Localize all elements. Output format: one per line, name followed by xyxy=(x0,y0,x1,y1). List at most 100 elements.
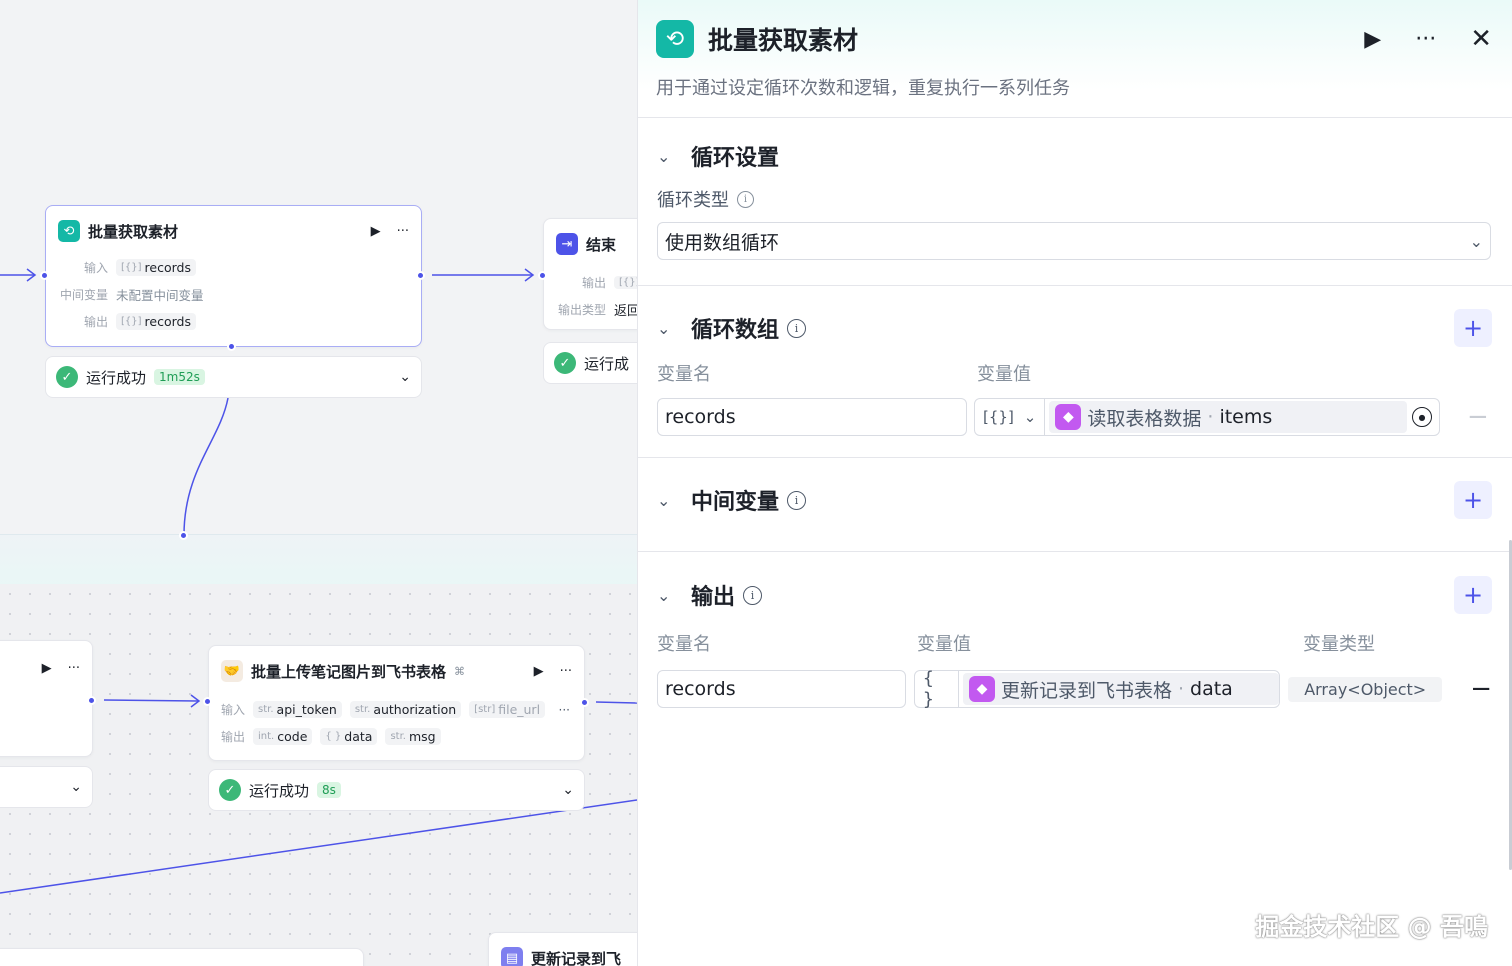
output-type-label: 输出类型 xyxy=(557,303,606,317)
chevron-down-icon: ⌄ xyxy=(1469,231,1483,251)
section-title[interactable]: 循环设置 xyxy=(691,140,779,172)
status-text: 运行成功 xyxy=(249,781,310,800)
chevron-down-icon[interactable]: ⌄ xyxy=(657,586,691,605)
end-icon: ⇥ xyxy=(556,233,578,255)
status-text: 运行成功 xyxy=(86,368,147,387)
loop-icon: ⟲ xyxy=(58,220,80,242)
column-header-value: 变量值 xyxy=(977,364,1031,385)
loop-node[interactable]: ⟲ 批量获取素材 ▶ ··· 输入 [{}] records 中间变量 未配置中间… xyxy=(45,205,422,347)
cube-icon: ◆ xyxy=(968,676,995,702)
remove-button[interactable]: − xyxy=(1467,402,1489,432)
more-inputs[interactable]: ··· xyxy=(559,703,570,717)
chevron-down-icon[interactable]: ⌄ xyxy=(70,779,82,795)
chevron-down-icon[interactable]: ⌄ xyxy=(562,782,574,798)
port-out[interactable] xyxy=(87,696,96,705)
section-title[interactable]: 输出 xyxy=(691,579,735,611)
end-node[interactable]: ⇥ 结束 输出 [{}] 输出类型 返回 xyxy=(543,218,637,330)
loop-type-select[interactable]: 使用数组循环 ⌄ xyxy=(657,222,1491,260)
run-icon[interactable]: ▶ xyxy=(534,664,544,679)
add-button[interactable]: + xyxy=(1454,576,1492,614)
chevron-down-icon[interactable]: ⌄ xyxy=(657,319,691,338)
target-icon[interactable]: ● xyxy=(1412,407,1432,427)
output-var-name-input[interactable]: records xyxy=(657,670,906,708)
port-bottom[interactable] xyxy=(227,342,236,351)
bottom-node[interactable]: ▤ 更新记录到飞 xyxy=(488,932,637,966)
output-label: 输出 xyxy=(83,315,108,329)
workflow-canvas[interactable]: ⟲ 批量获取素材 ▶ ··· 输入 [{}] records 中间变量 未配置中间… xyxy=(0,0,637,966)
port-in[interactable] xyxy=(538,271,547,280)
loop-status-bar[interactable]: ✓ 运行成功 1m52s ⌄ xyxy=(45,356,422,398)
port-in[interactable] xyxy=(203,697,212,706)
output-value-ref[interactable]: { } ◆ 更新记录到飞书表格 · data xyxy=(913,668,1281,710)
port-loop-body[interactable] xyxy=(179,531,188,540)
output-chip: str. msg xyxy=(385,728,441,745)
check-icon: ✓ xyxy=(219,779,241,801)
output-section: ⌄ 输出 i + 变量名 变量值 变量类型 records { } ◆ 更新记录… xyxy=(638,552,1512,710)
input-chip: [str] file_url xyxy=(469,701,546,718)
var-name-input[interactable]: records xyxy=(657,398,967,436)
var-type-badge: Array<Object> xyxy=(1288,676,1443,702)
table-icon: ▤ xyxy=(501,947,523,966)
section-title[interactable]: 循环数组 xyxy=(691,312,779,344)
ref-chip[interactable]: ◆ 更新记录到飞书表格 · data xyxy=(962,673,1280,705)
chevron-down-icon[interactable]: ⌄ xyxy=(399,369,411,385)
output-chip: [{}] xyxy=(614,276,637,289)
type-select[interactable]: [{}] ⌄ xyxy=(975,399,1046,435)
more-icon[interactable]: ··· xyxy=(560,664,572,679)
node-title: 批量获取素材 xyxy=(88,222,179,241)
column-header-value: 变量值 xyxy=(917,634,971,655)
end-status-bar[interactable]: ✓ 运行成 xyxy=(543,342,637,384)
watermark: 掘金技术社区 @ 吾鳴 xyxy=(1255,913,1488,941)
output-chip: [{}] records xyxy=(116,313,196,330)
node-title: 结束 xyxy=(586,235,617,254)
add-button[interactable]: + xyxy=(1454,481,1492,519)
chevron-down-icon: ⌄ xyxy=(1023,408,1037,426)
run-icon[interactable]: ▶ xyxy=(371,224,381,239)
edge-diagonal xyxy=(0,799,637,894)
close-icon[interactable]: ✕ xyxy=(1470,24,1492,54)
port-out[interactable] xyxy=(416,271,425,280)
partial-node[interactable]: ▶ ··· xyxy=(0,640,93,757)
info-icon[interactable]: i xyxy=(743,585,763,605)
upload-node[interactable]: 🤝 批量上传笔记图片到飞书表格 ⌘ ▶ ··· 输入 str. api_token… xyxy=(208,645,585,761)
time-badge: 8s xyxy=(317,782,341,798)
more-icon[interactable]: ··· xyxy=(397,224,409,239)
loop-type-label: 循环类型 xyxy=(657,190,729,211)
input-label: 输入 xyxy=(83,261,108,275)
check-icon: ✓ xyxy=(554,352,576,374)
chevron-down-icon[interactable]: ⌄ xyxy=(657,147,691,166)
more-icon[interactable]: ··· xyxy=(1415,27,1436,52)
plugin-icon: ⌘ xyxy=(454,664,466,678)
info-icon[interactable]: i xyxy=(787,318,807,338)
more-icon[interactable]: ··· xyxy=(68,661,80,676)
info-icon[interactable]: i xyxy=(737,190,754,208)
handshake-icon: 🤝 xyxy=(221,660,243,682)
edge-from-upload xyxy=(595,701,637,704)
bottom-left-node[interactable] xyxy=(0,948,364,966)
input-chip: [{}] records xyxy=(116,259,196,276)
edge-loop-body xyxy=(183,397,229,536)
run-icon[interactable]: ▶ xyxy=(42,661,52,676)
loop-type-value: 使用数组循环 xyxy=(665,231,780,254)
node-title: 更新记录到飞 xyxy=(531,949,622,966)
port-out[interactable] xyxy=(580,698,589,707)
panel-header: ⟲ 批量获取素材 ▶ ··· ✕ 用于通过设定循环次数和逻辑，重复执行一系列任务 xyxy=(638,0,1512,118)
upload-status-bar[interactable]: ✓ 运行成功 8s ⌄ xyxy=(208,769,585,811)
value-ref-input[interactable]: [{}] ⌄ ◆ 读取表格数据 · items ● xyxy=(974,398,1440,436)
port-in[interactable] xyxy=(40,271,49,280)
mid-value: 未配置中间变量 xyxy=(116,288,204,303)
cube-icon: ◆ xyxy=(1055,404,1082,430)
input-chip: str. authorization xyxy=(349,701,462,718)
remove-button[interactable]: − xyxy=(1470,674,1492,704)
partial-status-bar[interactable]: ⌄ xyxy=(0,766,93,808)
info-icon[interactable]: i xyxy=(787,490,807,510)
panel-title: 批量获取素材 xyxy=(708,26,859,55)
output-chip: int. code xyxy=(253,728,313,745)
run-icon[interactable]: ▶ xyxy=(1364,27,1381,52)
chevron-down-icon[interactable]: ⌄ xyxy=(657,491,691,510)
time-badge: 1m52s xyxy=(154,369,205,385)
add-button[interactable]: + xyxy=(1454,309,1492,347)
section-title[interactable]: 中间变量 xyxy=(691,484,779,516)
ref-chip[interactable]: ◆ 读取表格数据 · items xyxy=(1049,401,1408,433)
node-config-panel: ⟲ 批量获取素材 ▶ ··· ✕ 用于通过设定循环次数和逻辑，重复执行一系列任务… xyxy=(637,0,1512,966)
